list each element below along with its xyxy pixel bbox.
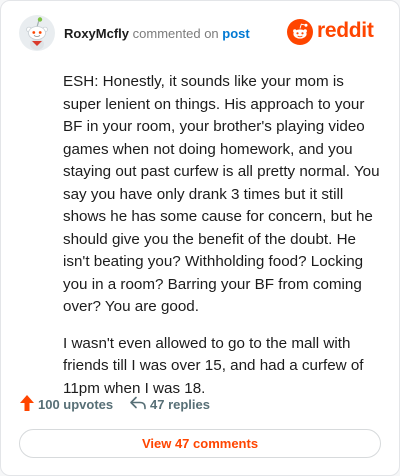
reddit-logo[interactable]: reddit — [287, 19, 383, 45]
comment-body: ESH: Honestly, it sounds like your mom i… — [63, 71, 381, 414]
reddit-wordmark: reddit — [317, 19, 374, 42]
comment-paragraph: I wasn't even allowed to go to the mall … — [63, 334, 364, 397]
comment-card: RoxyMcfly commented on post reddit ESH: … — [0, 0, 400, 476]
comment-meta: RoxyMcfly commented on post — [64, 26, 250, 41]
snoo-avatar-icon[interactable] — [19, 15, 55, 51]
view-comments-button[interactable]: View 47 comments — [19, 429, 381, 458]
reddit-logo-icon — [287, 19, 313, 45]
comment-header: RoxyMcfly commented on post reddit — [19, 15, 383, 55]
action-text: commented on — [132, 26, 219, 41]
reply-arrow-icon — [130, 396, 146, 410]
post-link[interactable]: post — [222, 26, 249, 41]
username[interactable]: RoxyMcfly — [64, 26, 129, 41]
replies-count: 47 replies — [150, 397, 210, 412]
upvote-arrow-icon — [20, 395, 34, 411]
comment-paragraph: ESH: Honestly, it sounds like your mom i… — [63, 73, 380, 315]
upvotes-count: 100 upvotes — [38, 397, 114, 412]
